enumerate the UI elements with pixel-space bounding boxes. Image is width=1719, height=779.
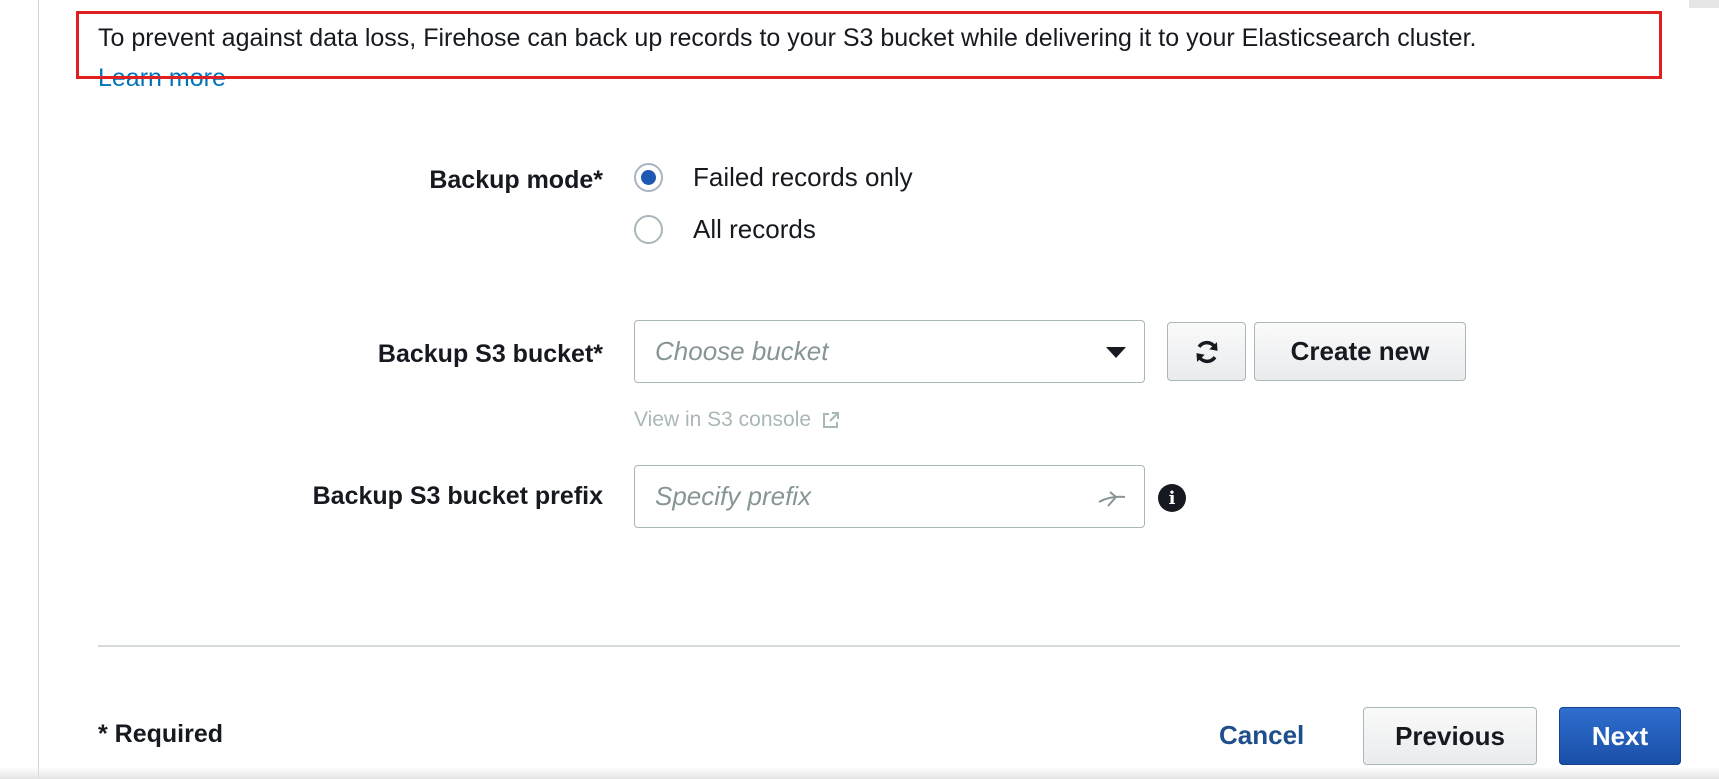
radio-button-unchecked[interactable] xyxy=(634,214,663,244)
left-border xyxy=(38,0,39,779)
view-in-s3-console-label: View in S3 console xyxy=(634,408,812,431)
refresh-buckets-button[interactable] xyxy=(1167,322,1246,381)
backup-description-text: To prevent against data loss, Firehose c… xyxy=(98,24,1477,52)
radio-label-all-records: All records xyxy=(693,213,816,244)
bucket-prefix-placeholder: Specify prefix xyxy=(655,481,812,511)
backup-s3-bucket-label: Backup S3 bucket* xyxy=(377,340,603,368)
autofill-icon xyxy=(1098,491,1126,507)
radio-failed-records-only[interactable]: Failed records only xyxy=(634,160,913,194)
section-divider xyxy=(98,645,1680,647)
bucket-select-placeholder: Choose bucket xyxy=(655,336,829,366)
firehose-backup-settings-page: To prevent against data loss, Firehose c… xyxy=(0,0,1719,779)
bottom-edge-shadow xyxy=(0,767,1719,779)
caret-down-icon xyxy=(1106,347,1126,358)
bucket-select[interactable]: Choose bucket xyxy=(634,320,1145,383)
cancel-button[interactable]: Cancel xyxy=(1219,720,1304,751)
radio-label-failed-records: Failed records only xyxy=(693,161,913,192)
top-corner-edge xyxy=(1689,0,1719,8)
info-icon[interactable]: i xyxy=(1158,484,1186,512)
view-in-s3-console-link[interactable]: View in S3 console xyxy=(634,408,841,432)
required-fields-note: * Required xyxy=(98,720,224,748)
create-new-bucket-button[interactable]: Create new xyxy=(1254,322,1466,381)
backup-s3-bucket-prefix-label: Backup S3 bucket prefix xyxy=(312,482,603,510)
backup-mode-label: Backup mode* xyxy=(429,166,603,194)
refresh-icon xyxy=(1196,340,1217,363)
learn-more-link[interactable]: Learn more xyxy=(98,62,226,94)
next-button[interactable]: Next xyxy=(1559,707,1681,765)
radio-all-records[interactable]: All records xyxy=(634,212,816,246)
external-link-icon xyxy=(823,412,840,428)
previous-button[interactable]: Previous xyxy=(1363,707,1537,765)
radio-button-checked[interactable] xyxy=(634,162,663,192)
bucket-prefix-input[interactable]: Specify prefix xyxy=(634,465,1145,528)
